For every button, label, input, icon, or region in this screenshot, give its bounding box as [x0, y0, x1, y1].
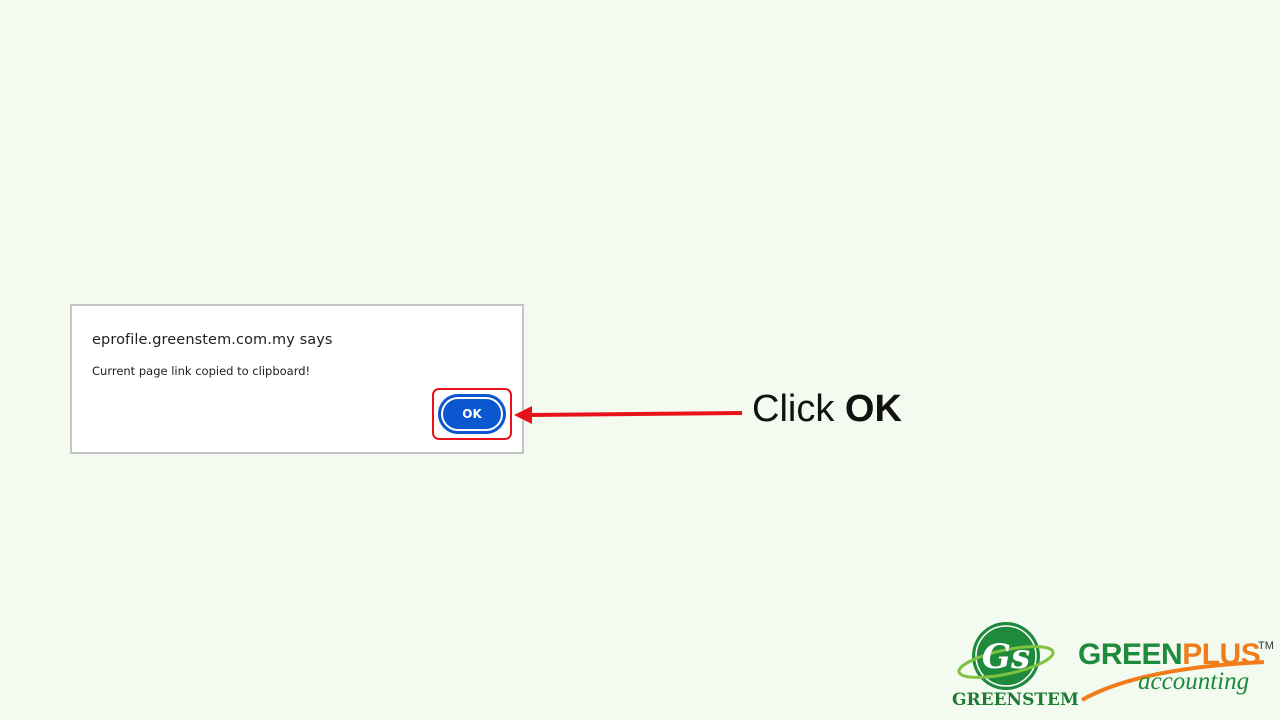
dialog-message: Current page link copied to clipboard!: [92, 364, 311, 378]
greenplus-subtitle: accounting: [1138, 668, 1250, 695]
tutorial-slide: eprofile.greenstem.com.my says Current p…: [0, 0, 1280, 720]
ok-button[interactable]: OK: [438, 394, 506, 434]
greenplus-part-plus: PLUS: [1182, 638, 1261, 671]
instruction-emphasis: OK: [844, 388, 902, 430]
greenstem-name: GREENSTEM: [952, 690, 1079, 710]
trademark-mark: TM: [1258, 640, 1274, 652]
alert-dialog: eprofile.greenstem.com.my says Current p…: [70, 304, 524, 454]
svg-text:Gs: Gs: [982, 637, 1030, 677]
instruction-prefix: Click: [752, 388, 845, 430]
dialog-title: eprofile.greenstem.com.my says: [92, 332, 333, 348]
greenplus-part-green: GREEN: [1078, 638, 1183, 671]
instruction-text: Click OK: [752, 388, 902, 431]
greenplus-logo: GREENPLUS: [1078, 638, 1261, 672]
